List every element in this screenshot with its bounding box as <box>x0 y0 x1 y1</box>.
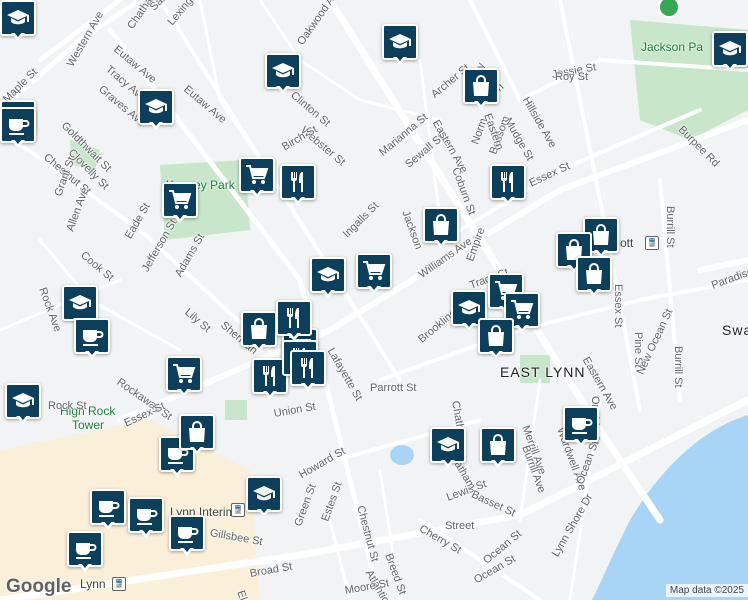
grocery-marker[interactable] <box>162 182 198 224</box>
street-label: Burrill St <box>672 346 684 388</box>
school-icon <box>145 99 167 114</box>
place-label: Lynn <box>80 577 106 591</box>
school-icon <box>12 393 34 408</box>
grocery-icon <box>246 165 269 184</box>
google-logo: Google <box>6 576 72 597</box>
train-station-icon: 🚆 <box>231 503 245 517</box>
cafe-marker[interactable] <box>74 318 110 360</box>
restaurant-icon <box>287 308 299 328</box>
restaurant-marker[interactable] <box>490 164 526 206</box>
cafe-marker[interactable] <box>0 107 36 149</box>
school-marker[interactable] <box>5 383 41 425</box>
shopping-marker[interactable] <box>478 318 514 360</box>
school-icon <box>719 41 741 56</box>
school-icon <box>389 34 411 49</box>
shopping-icon <box>490 434 506 455</box>
shopping-icon <box>593 224 609 245</box>
restaurant-marker[interactable] <box>276 300 312 342</box>
street-label: Parrott St <box>370 382 417 394</box>
shopping-icon <box>473 75 489 96</box>
grocery-marker[interactable] <box>239 157 275 199</box>
place-label: ott <box>620 236 634 250</box>
place-label: Tower <box>72 418 105 432</box>
cafe-icon <box>9 119 30 135</box>
street-label: Essex St <box>612 284 624 328</box>
restaurant-marker[interactable] <box>290 350 326 392</box>
school-icon <box>7 10 29 25</box>
shopping-icon <box>433 214 449 235</box>
school-icon <box>69 295 91 310</box>
shopping-marker[interactable] <box>576 256 612 298</box>
school-marker[interactable] <box>246 476 282 518</box>
grocery-marker[interactable] <box>356 253 392 295</box>
street-label: Roy St <box>555 71 589 83</box>
school-marker[interactable] <box>265 53 301 95</box>
cafe-marker[interactable] <box>563 406 599 448</box>
shopping-marker[interactable] <box>463 68 499 110</box>
grocery-icon <box>363 261 386 280</box>
place-label: Swa <box>722 322 748 338</box>
school-icon <box>317 267 339 282</box>
shopping-marker[interactable] <box>480 427 516 469</box>
school-icon <box>253 486 275 501</box>
school-marker[interactable] <box>712 31 748 73</box>
shopping-marker[interactable] <box>179 414 215 456</box>
restaurant-marker[interactable] <box>280 164 316 206</box>
grocery-icon <box>173 364 196 383</box>
cafe-marker[interactable] <box>67 531 103 573</box>
restaurant-icon <box>263 366 275 386</box>
cafe-icon <box>83 330 104 346</box>
school-marker[interactable] <box>138 89 174 131</box>
school-marker[interactable] <box>310 257 346 299</box>
street-label: Burrill St <box>664 206 676 248</box>
shopping-icon <box>488 325 504 346</box>
school-icon <box>272 63 294 78</box>
school-marker[interactable] <box>0 0 36 42</box>
grocery-marker[interactable] <box>166 356 202 398</box>
shopping-icon <box>251 318 267 339</box>
place-label: Jackson Pa <box>641 40 704 54</box>
street-label: Rock St <box>48 400 87 412</box>
place-label: EAST LYNN <box>500 364 586 380</box>
grocery-icon <box>169 190 192 209</box>
cafe-marker[interactable] <box>128 497 164 539</box>
shopping-icon <box>586 263 602 284</box>
shopping-marker[interactable] <box>241 311 277 353</box>
cafe-icon <box>99 501 120 517</box>
school-marker[interactable] <box>382 24 418 66</box>
shopping-icon <box>189 421 205 442</box>
cafe-icon <box>572 418 593 434</box>
street-label: Street <box>445 520 475 532</box>
map-canvas[interactable]: Jackson Pa Keeney Park High Rock Tower EAST … <box>0 0 748 600</box>
cafe-marker[interactable] <box>90 489 126 531</box>
cafe-icon <box>137 509 158 525</box>
school-icon <box>437 437 459 452</box>
map-attribution[interactable]: Map data ©2025 <box>665 584 748 597</box>
cafe-icon <box>178 527 199 543</box>
restaurant-icon <box>301 358 313 378</box>
train-station-icon: 🚆 <box>645 236 659 250</box>
cafe-marker[interactable] <box>169 515 205 557</box>
restaurant-icon <box>291 172 303 192</box>
train-station-icon: 🚆 <box>112 577 126 591</box>
cafe-icon <box>76 543 97 559</box>
shopping-marker[interactable] <box>423 207 459 249</box>
school-icon <box>458 300 480 315</box>
restaurant-icon <box>501 172 513 192</box>
school-marker[interactable] <box>430 427 466 469</box>
